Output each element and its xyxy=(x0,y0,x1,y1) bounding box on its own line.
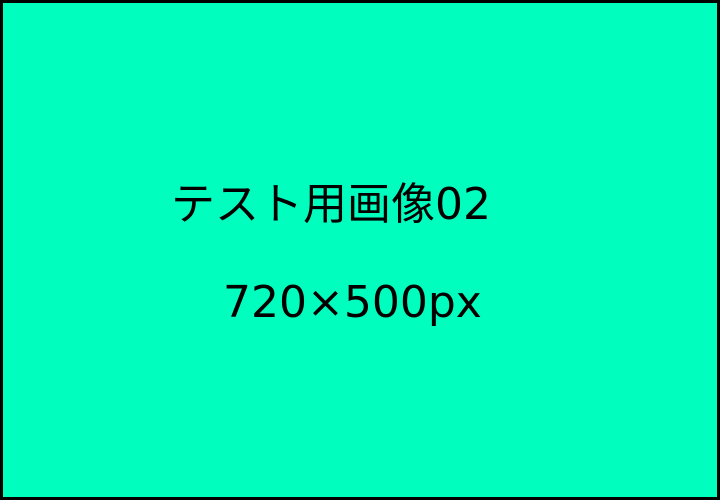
image-title-text: テスト用画像02 xyxy=(171,179,491,230)
image-size-text: 720×500px xyxy=(223,277,482,328)
test-image-canvas: テスト用画像02 720×500px xyxy=(0,0,720,500)
